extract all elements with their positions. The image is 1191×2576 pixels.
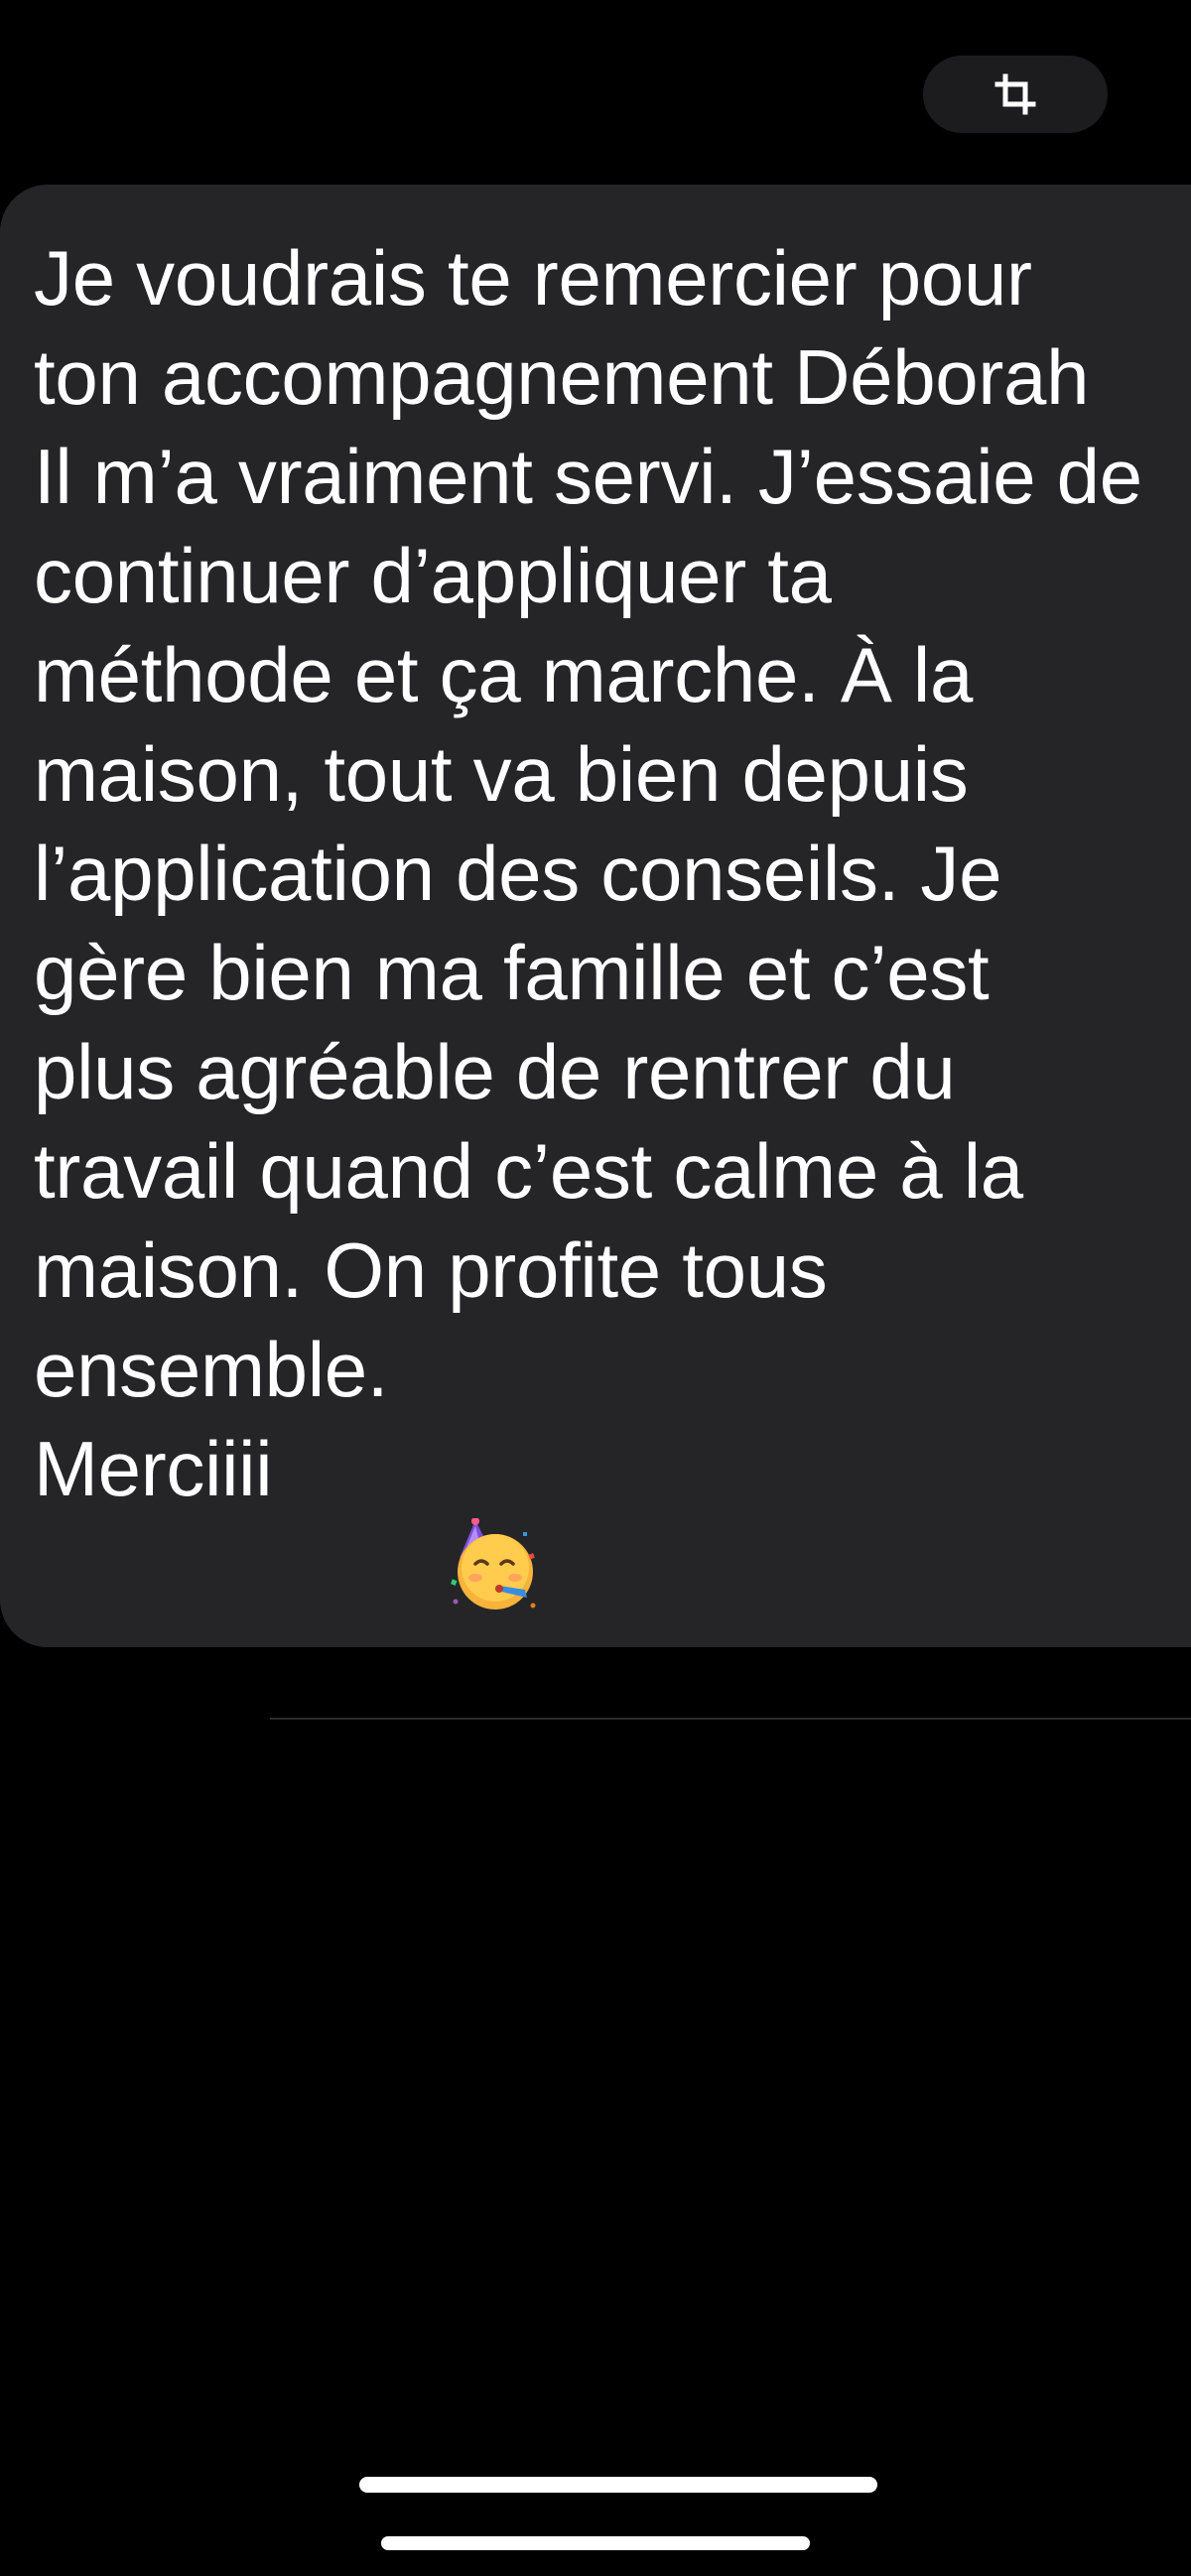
home-indicator-secondary[interactable] bbox=[381, 2536, 810, 2550]
message-line: ton accompagnement Déborah bbox=[34, 333, 1090, 421]
partying-face-emoji-icon bbox=[276, 1419, 536, 1610]
message-line: ensemble. bbox=[34, 1326, 389, 1413]
message-line: Il m’a vraiment servi. J’essaie de bbox=[34, 433, 1142, 520]
message-line: gère bien ma famille et c’est bbox=[34, 929, 990, 1016]
crop-button[interactable] bbox=[923, 56, 1108, 133]
message-last-line: Merciiii bbox=[34, 1419, 1191, 1610]
message-bubble[interactable]: Je voudrais te remercier pour ton accomp… bbox=[0, 185, 1191, 1647]
screen: Je voudrais te remercier pour ton accomp… bbox=[0, 0, 1191, 2576]
message-line: Je voudrais te remercier pour bbox=[34, 234, 1032, 322]
message-line: travail quand c’est calme à la bbox=[34, 1127, 1023, 1215]
crop-icon bbox=[993, 72, 1037, 116]
message-line: maison, tout va bien depuis bbox=[34, 730, 969, 818]
message-line: Merciiii bbox=[34, 1425, 273, 1512]
message-line: l’application des conseils. Je bbox=[34, 830, 1002, 917]
message-line: méthode et ça marche. À la bbox=[34, 631, 974, 718]
message-line: maison. On profite tous bbox=[34, 1226, 828, 1314]
message-line: continuer d’appliquer ta bbox=[34, 532, 832, 619]
home-indicator[interactable] bbox=[359, 2477, 877, 2493]
divider bbox=[270, 1718, 1191, 1720]
message-line: plus agréable de rentrer du bbox=[34, 1028, 956, 1115]
